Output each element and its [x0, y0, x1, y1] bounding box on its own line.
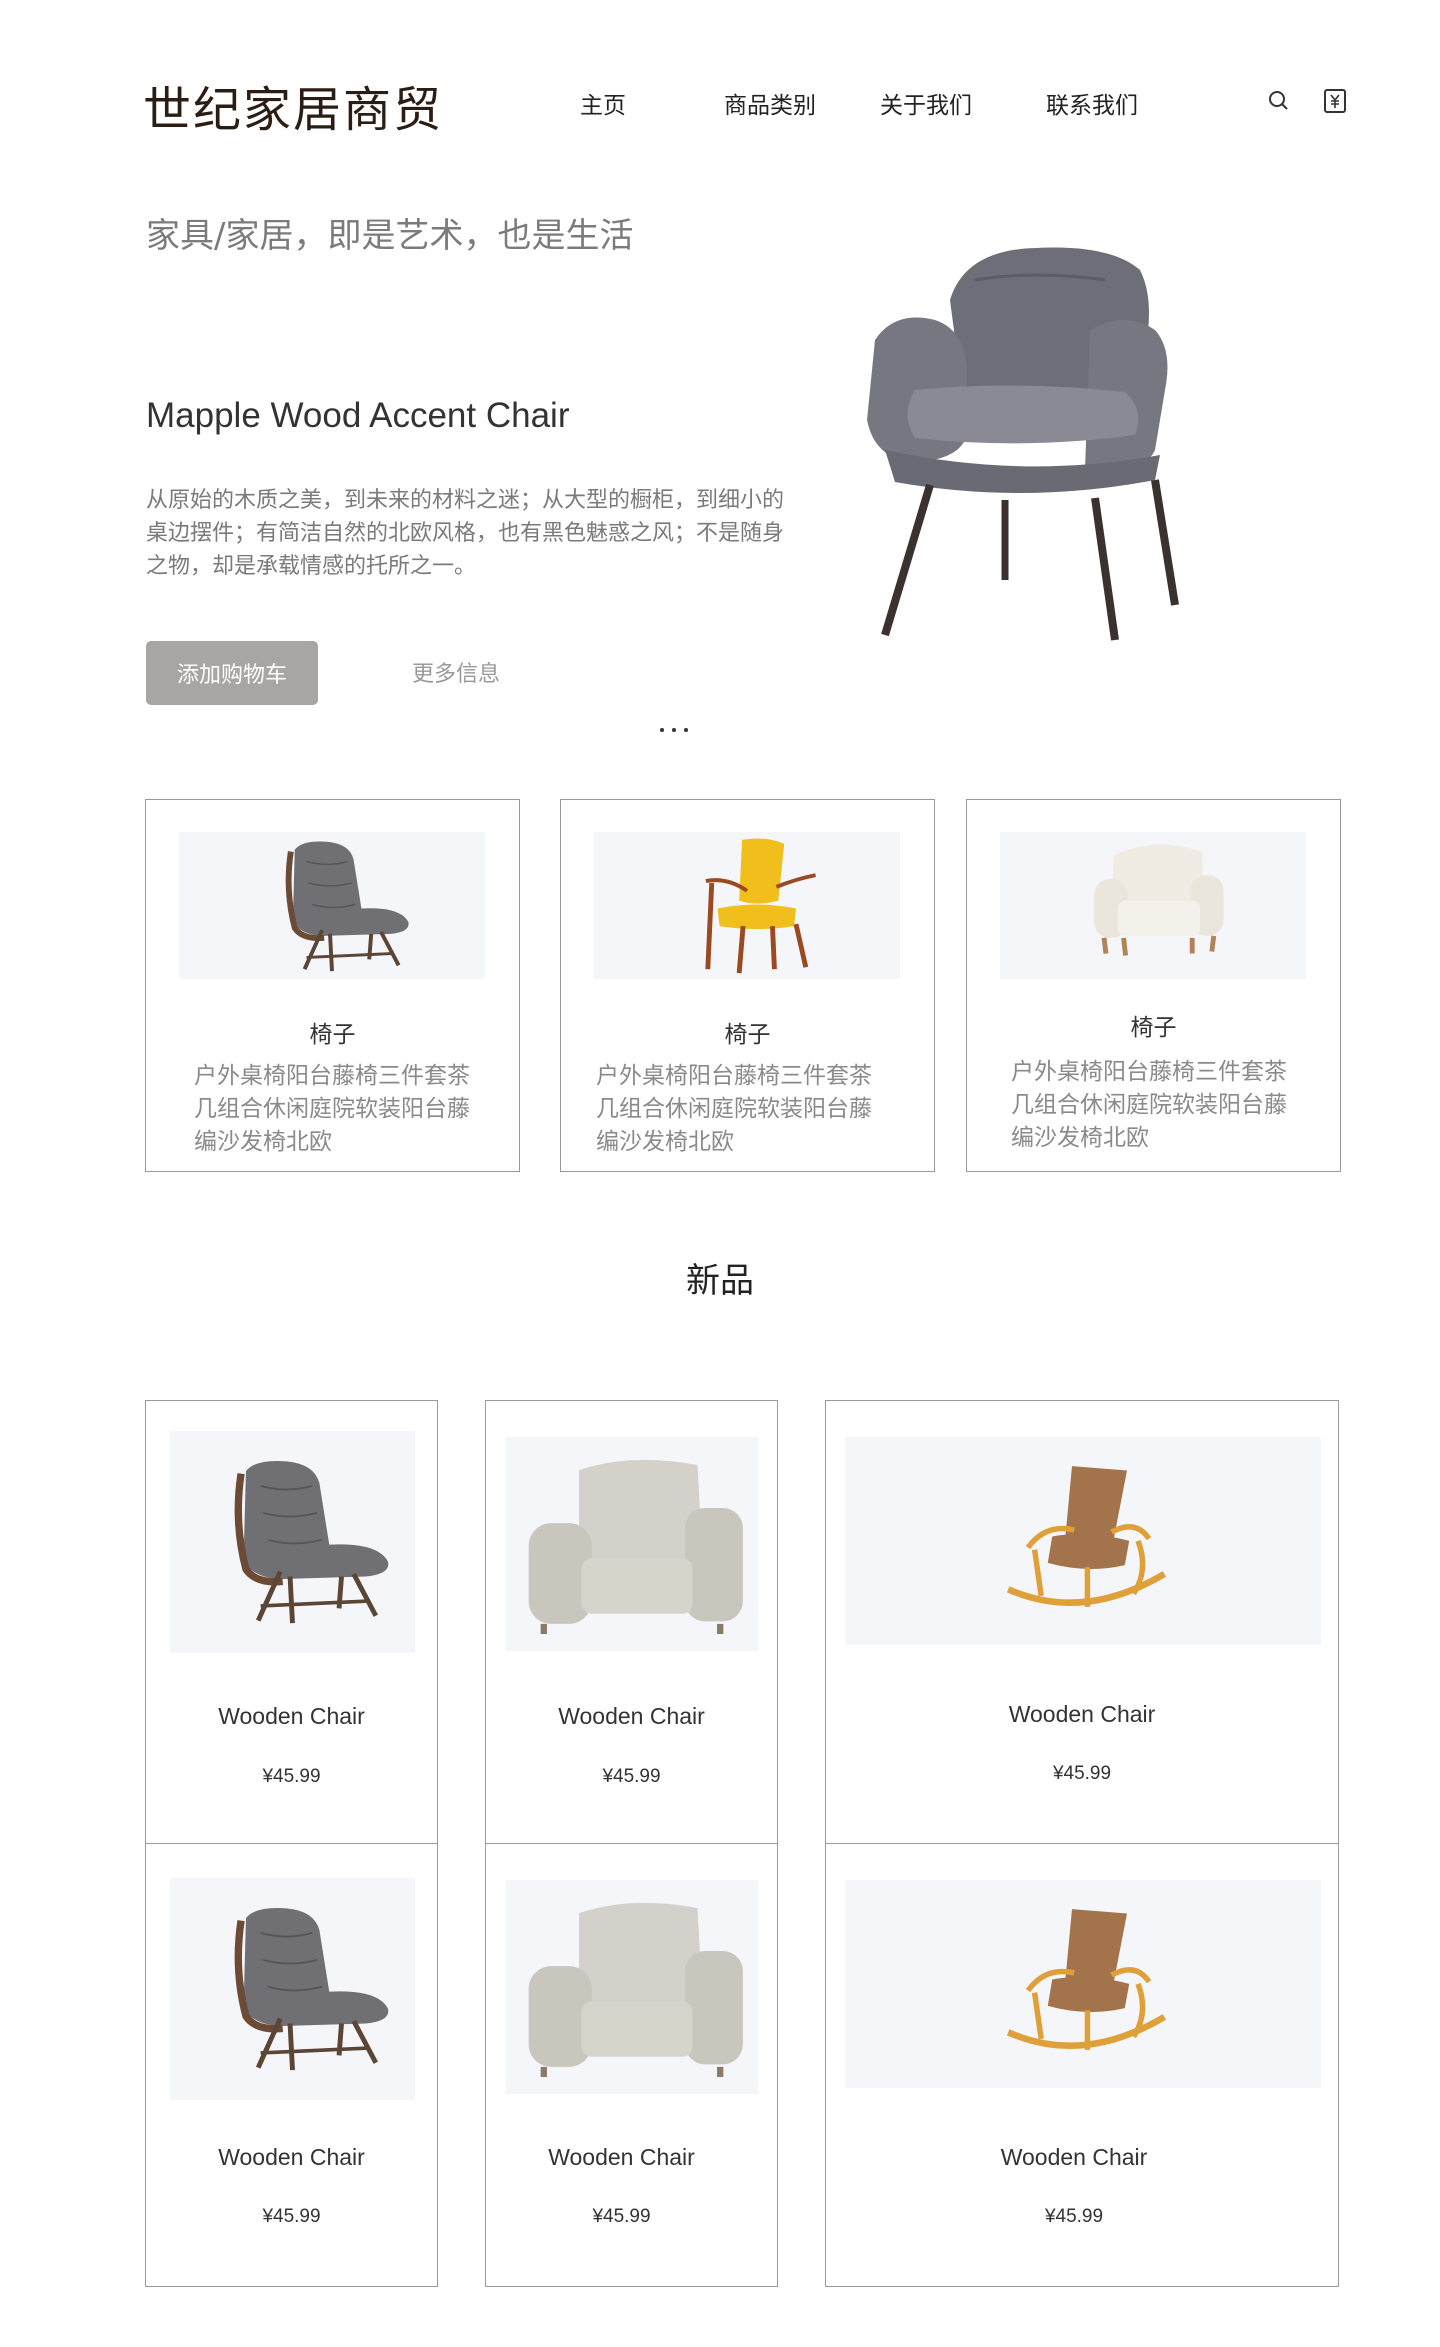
product-image — [170, 1431, 415, 1653]
product-price: ¥45.99 — [1052, 1763, 1112, 1784]
product-image — [845, 1880, 1321, 2088]
site-header: 世纪家居商贸 主页 商品类别 关于我们 联系我们 — [0, 0, 1440, 200]
hero-description: 从原始的木质之美，到未来的材料之迷；从大型的橱柜，到细小的桌边摆件；有简洁自然的… — [146, 488, 785, 579]
nav-contact[interactable]: 联系我们 — [1046, 86, 1138, 120]
category-title: 椅子 — [724, 1022, 771, 1048]
product-card[interactable]: Wooden Chair ¥45.99 — [485, 1843, 778, 2287]
product-image — [506, 1880, 758, 2094]
category-card[interactable]: 椅子 户外桌椅阳台藤椅三件套茶几组合休闲庭院软装阳台藤编沙发椅北欧 — [560, 799, 935, 1172]
nav-categories[interactable]: 商品类别 — [724, 86, 816, 120]
add-to-cart-button[interactable]: 添加购物车 — [146, 641, 318, 705]
product-card[interactable]: Wooden Chair ¥45.99 — [825, 1400, 1339, 1844]
category-title: 椅子 — [309, 1022, 356, 1048]
category-image — [179, 832, 485, 979]
search-icon[interactable] — [1266, 88, 1292, 114]
product-price: ¥45.99 — [592, 2206, 651, 2227]
hero-tagline: 家具/家居，即是艺术，也是生活 — [146, 216, 634, 256]
product-image — [506, 1437, 758, 1651]
product-image — [845, 1437, 1321, 1645]
product-name: Wooden Chair — [1000, 2144, 1148, 2170]
product-price: ¥45.99 — [1044, 2206, 1104, 2227]
product-image — [170, 1878, 415, 2100]
product-name: Wooden Chair — [558, 1703, 705, 1729]
product-card[interactable]: Wooden Chair ¥45.99 — [485, 1400, 778, 1844]
nav-about[interactable]: 关于我们 — [880, 86, 972, 120]
nav-home[interactable]: 主页 — [580, 86, 626, 120]
cart-icon[interactable] — [1322, 88, 1348, 114]
category-description: 户外桌椅阳台藤椅三件套茶几组合休闲庭院软装阳台藤编沙发椅北欧 — [596, 1063, 872, 1155]
new-products-title: 新品 — [686, 1261, 754, 1301]
product-price: ¥45.99 — [602, 1766, 661, 1787]
site-logo[interactable]: 世纪家居商贸 — [143, 70, 443, 140]
category-image — [1000, 832, 1306, 979]
carousel-dots[interactable] — [658, 728, 694, 738]
product-card[interactable]: Wooden Chair ¥45.99 — [145, 1400, 438, 1844]
category-description: 户外桌椅阳台藤椅三件套茶几组合休闲庭院软装阳台藤编沙发椅北欧 — [194, 1063, 470, 1155]
category-description: 户外桌椅阳台藤椅三件套茶几组合休闲庭院软装阳台藤编沙发椅北欧 — [1011, 1059, 1287, 1151]
product-name: Wooden Chair — [218, 1703, 365, 1729]
product-name: Wooden Chair — [218, 2144, 365, 2170]
product-name: Wooden Chair — [1008, 1701, 1156, 1727]
product-price: ¥45.99 — [262, 1766, 321, 1787]
more-info-link[interactable]: 更多信息 — [412, 656, 500, 688]
main-nav: 主页 商品类别 关于我们 联系我们 — [580, 86, 1180, 119]
product-card[interactable]: Wooden Chair ¥45.99 — [145, 1843, 438, 2287]
hero-title: Mapple Wood Accent Chair — [146, 396, 570, 435]
product-price: ¥45.99 — [262, 2206, 321, 2227]
product-card[interactable]: Wooden Chair ¥45.99 — [825, 1843, 1339, 2287]
category-image — [594, 832, 900, 979]
hero-chair-image — [855, 240, 1210, 645]
category-title: 椅子 — [1130, 1015, 1177, 1041]
category-card[interactable]: 椅子 户外桌椅阳台藤椅三件套茶几组合休闲庭院软装阳台藤编沙发椅北欧 — [966, 799, 1341, 1172]
product-name: Wooden Chair — [548, 2144, 695, 2170]
category-card[interactable]: 椅子 户外桌椅阳台藤椅三件套茶几组合休闲庭院软装阳台藤编沙发椅北欧 — [145, 799, 520, 1172]
